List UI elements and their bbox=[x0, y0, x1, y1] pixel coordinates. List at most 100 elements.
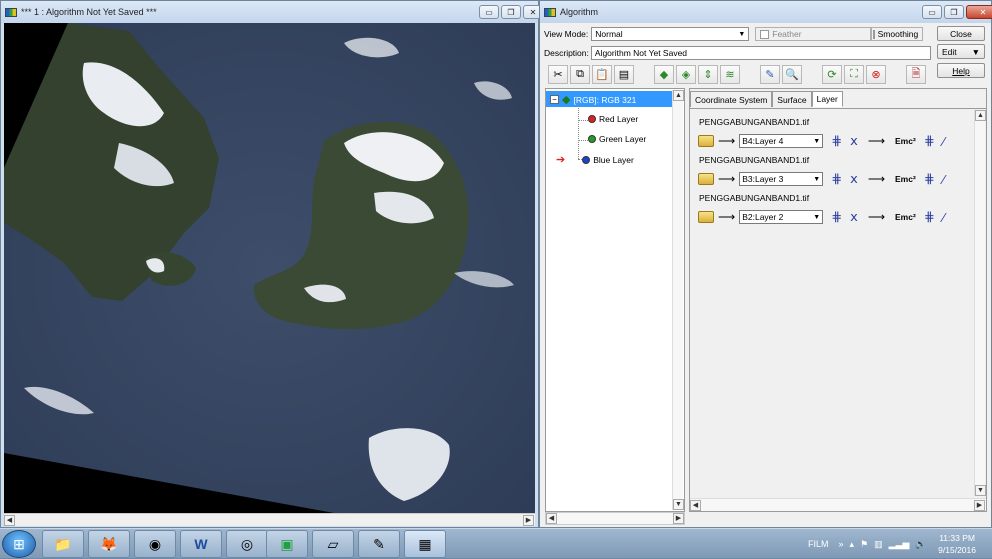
algorithm-tree[interactable]: − ◆ [RGB]: RGB 321 Red Layer Green Layer… bbox=[545, 88, 685, 512]
document-icon[interactable]: 🗎 bbox=[906, 65, 926, 84]
collapse-icon[interactable]: − bbox=[550, 95, 559, 104]
scroll-left-icon[interactable]: ◀ bbox=[690, 500, 701, 511]
scroll-down-icon[interactable]: ▼ bbox=[975, 485, 986, 496]
scroll-right-icon[interactable]: ▶ bbox=[974, 500, 985, 511]
panel-vertical-scrollbar[interactable]: ▲ ▼ bbox=[974, 110, 986, 496]
checkbox-box bbox=[760, 29, 770, 39]
transform-icon[interactable]: ⁄ bbox=[943, 210, 945, 225]
image-horizontal-scrollbar[interactable]: ◀ ▶ bbox=[4, 513, 535, 526]
open-folder-icon[interactable] bbox=[698, 173, 714, 185]
copy-icon[interactable]: ⧉ bbox=[570, 65, 590, 84]
start-button[interactable]: ⊞ bbox=[2, 530, 36, 558]
minimize-button[interactable]: ▭ bbox=[922, 5, 942, 19]
volume-icon[interactable]: 🔈 bbox=[915, 539, 926, 550]
firefox-taskbar-icon[interactable]: 🦊 bbox=[88, 530, 130, 558]
scroll-right-icon[interactable]: ▶ bbox=[673, 513, 684, 524]
scroll-up-icon[interactable]: ▲ bbox=[975, 110, 986, 121]
band-select[interactable]: B4:Layer 4 ▼ bbox=[739, 134, 824, 148]
stop-icon[interactable]: ⊗ bbox=[866, 65, 886, 84]
formula-icon[interactable]: Emc² bbox=[895, 212, 916, 222]
filter-disable-icon[interactable]: ⅹ bbox=[850, 209, 858, 225]
notification-arrow-icon[interactable]: ▴ bbox=[850, 539, 855, 550]
tab-layer[interactable]: Layer bbox=[811, 91, 843, 107]
close-button[interactable]: ✕ bbox=[966, 5, 992, 19]
add-layer-icon[interactable]: ◆ bbox=[654, 65, 674, 84]
transform-icon[interactable]: ⁄ bbox=[943, 134, 945, 149]
move-layer-icon[interactable]: ⇕ bbox=[698, 65, 718, 84]
tree-root[interactable]: − ◆ [RGB]: RGB 321 bbox=[550, 93, 636, 106]
filter-disable-icon[interactable]: ⅹ bbox=[850, 133, 858, 149]
scroll-up-icon[interactable]: ▲ bbox=[673, 90, 684, 101]
formula-icon[interactable]: Emc² bbox=[895, 136, 916, 146]
arrow-right-icon: ⟶ bbox=[867, 134, 886, 148]
transform-icon[interactable]: ⁄ bbox=[943, 172, 945, 187]
tree-item-blue-layer[interactable]: ➔ Blue Layer bbox=[556, 153, 634, 166]
layer-properties-panel: Coordinate System Surface Layer PENGGABU… bbox=[689, 88, 987, 512]
word-taskbar-icon[interactable]: W bbox=[180, 530, 222, 558]
cut-icon[interactable]: ✂ bbox=[548, 65, 568, 84]
zoom-page-icon[interactable]: 🔍 bbox=[782, 65, 802, 84]
formula-icon[interactable]: Emc² bbox=[895, 174, 916, 184]
filter-after-icon[interactable]: ⋕ bbox=[924, 171, 935, 187]
filter-icon[interactable]: ⋕ bbox=[831, 171, 842, 187]
band-select[interactable]: B2:Layer 2 ▼ bbox=[739, 210, 824, 224]
zoom-fit-icon[interactable]: ⛶ bbox=[844, 65, 864, 84]
network-icon[interactable]: ▥ bbox=[874, 539, 883, 550]
refresh-icon[interactable]: ⟳ bbox=[822, 65, 842, 84]
add-surface-icon[interactable]: ◈ bbox=[676, 65, 696, 84]
duplicate-icon[interactable]: ▤ bbox=[614, 65, 634, 84]
scroll-left-icon[interactable]: ◀ bbox=[546, 513, 557, 524]
clock[interactable]: 11:33 PM 9/15/2016 bbox=[938, 532, 976, 556]
globe-taskbar-icon[interactable]: ◎ bbox=[226, 530, 268, 558]
tab-surface[interactable]: Surface bbox=[772, 91, 812, 107]
restore-button[interactable]: ❐ bbox=[944, 5, 964, 19]
ermapper-taskbar-icon[interactable]: ▦ bbox=[404, 530, 446, 558]
chevron-up-icon[interactable]: » bbox=[839, 539, 844, 549]
scroll-left-icon[interactable]: ◀ bbox=[4, 515, 15, 526]
filter-icon[interactable]: ⋕ bbox=[831, 133, 842, 149]
description-input[interactable]: Algorithm Not Yet Saved bbox=[590, 46, 931, 60]
layer-file-name: PENGGABUNGANBAND1.tif bbox=[699, 155, 810, 165]
window-taskbar-icon[interactable]: ▱ bbox=[312, 530, 354, 558]
view-mode-value: Normal bbox=[595, 29, 623, 39]
filter-disable-icon[interactable]: ⅹ bbox=[850, 171, 858, 187]
scroll-down-icon[interactable]: ▼ bbox=[673, 499, 684, 510]
tab-coordinate-system[interactable]: Coordinate System bbox=[690, 91, 773, 107]
stack-icon[interactable]: ≋ bbox=[720, 65, 740, 84]
tree-horizontal-scrollbar[interactable]: ◀ ▶ bbox=[545, 512, 685, 525]
chrome-taskbar-icon[interactable]: ◉ bbox=[134, 530, 176, 558]
signal-icon[interactable]: ▂▃▅ bbox=[889, 539, 910, 550]
green-layer-icon bbox=[588, 135, 596, 143]
scroll-right-icon[interactable]: ▶ bbox=[523, 515, 534, 526]
chevron-down-icon: ▼ bbox=[971, 46, 980, 57]
panel-horizontal-scrollbar[interactable]: ◀ ▶ bbox=[690, 498, 986, 511]
filter-after-icon[interactable]: ⋕ bbox=[924, 133, 935, 149]
open-folder-icon[interactable] bbox=[698, 211, 714, 223]
tree-item-red-layer[interactable]: Red Layer bbox=[588, 114, 638, 124]
chevron-down-icon: ▼ bbox=[813, 175, 821, 183]
algorithm-window-titlebar[interactable]: Algorithm ▭ ❐ ✕ bbox=[540, 1, 992, 23]
open-folder-icon[interactable] bbox=[698, 135, 714, 147]
tree-item-green-layer[interactable]: Green Layer bbox=[588, 134, 646, 144]
filter-after-icon[interactable]: ⋕ bbox=[924, 209, 935, 225]
tree-vertical-scrollbar[interactable]: ▲ ▼ bbox=[672, 90, 684, 510]
view-mode-select[interactable]: Normal ▼ bbox=[591, 27, 750, 41]
minimize-button[interactable]: ▭ bbox=[479, 5, 499, 19]
band-value: B4:Layer 4 bbox=[742, 136, 784, 146]
paint-taskbar-icon[interactable]: ✎ bbox=[358, 530, 400, 558]
line-taskbar-icon[interactable]: ▣ bbox=[266, 530, 308, 558]
band-select[interactable]: B3:Layer 3 ▼ bbox=[739, 172, 824, 186]
feather-checkbox[interactable]: Feather bbox=[755, 27, 872, 41]
explorer-taskbar-icon[interactable]: 📁 bbox=[42, 530, 84, 558]
smoothing-checkbox[interactable]: Smoothing bbox=[871, 27, 924, 41]
edit-menu-button[interactable]: Edit ▼ bbox=[937, 44, 985, 59]
image-window-titlebar[interactable]: *** 1 : Algorithm Not Yet Saved *** ▭ ❐ … bbox=[1, 1, 543, 23]
filter-icon[interactable]: ⋕ bbox=[831, 209, 842, 225]
help-button[interactable]: Help bbox=[937, 63, 985, 78]
close-dialog-button[interactable]: Close bbox=[937, 26, 985, 41]
paste-icon[interactable]: 📋 bbox=[592, 65, 612, 84]
restore-button[interactable]: ❐ bbox=[501, 5, 521, 19]
flag-icon[interactable]: ⚑ bbox=[860, 539, 868, 550]
page-edit-icon[interactable]: ✎ bbox=[760, 65, 780, 84]
satellite-image-view[interactable] bbox=[4, 23, 535, 513]
